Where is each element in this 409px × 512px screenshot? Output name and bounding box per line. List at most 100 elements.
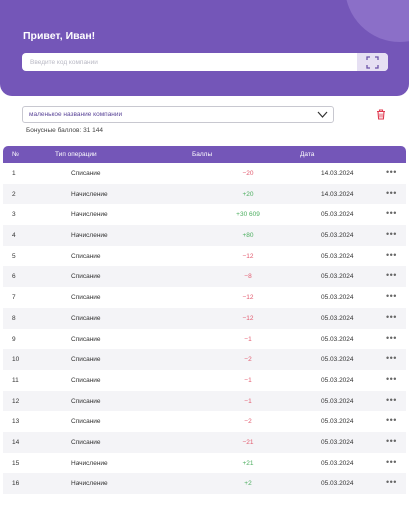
- column-operation-type: Тип операции: [55, 151, 97, 158]
- row-number: 15: [12, 459, 20, 467]
- table-row: 16 Начисление +2 05.03.2024 •••: [3, 473, 406, 494]
- row-operation-type: Списание: [71, 376, 101, 384]
- table-header: № Тип операции Баллы Дата: [3, 146, 406, 163]
- table-row: 14 Списание −21 05.03.2024 •••: [3, 431, 406, 453]
- row-number: 9: [12, 335, 16, 343]
- row-points: −12: [242, 252, 254, 260]
- table-row: 5 Списание −12 05.03.2024 •••: [3, 246, 406, 267]
- delete-icon[interactable]: [376, 109, 386, 120]
- row-date: 05.03.2024: [321, 459, 354, 467]
- row-points: −1: [244, 376, 252, 384]
- row-points: −2: [244, 356, 252, 364]
- table-row: 12 Списание −1 05.03.2024 •••: [3, 390, 406, 412]
- row-number: 2: [12, 190, 16, 198]
- more-options-icon[interactable]: •••: [386, 415, 397, 425]
- table-row: 13 Списание −2 05.03.2024 •••: [3, 411, 406, 432]
- company-code-input[interactable]: [22, 53, 358, 71]
- table-row: 7 Списание −12 05.03.2024 •••: [3, 287, 406, 308]
- row-date: 05.03.2024: [321, 418, 354, 426]
- table-row: 11 Списание −1 05.03.2024 •••: [3, 370, 406, 391]
- row-date: 05.03.2024: [321, 252, 354, 260]
- column-number: №: [12, 151, 19, 158]
- table-row: 9 Списание −1 05.03.2024 •••: [3, 329, 406, 350]
- table-row: 4 Начисление +80 05.03.2024 •••: [3, 225, 406, 246]
- company-select[interactable]: маленькое название компании: [22, 106, 334, 123]
- row-date: 05.03.2024: [321, 397, 354, 405]
- row-number: 14: [12, 438, 20, 446]
- row-points: −12: [242, 314, 254, 322]
- row-operation-type: Списание: [71, 314, 101, 322]
- row-operation-type: Списание: [71, 356, 101, 364]
- table-row: 10 Списание −2 05.03.2024 •••: [3, 349, 406, 370]
- more-options-icon[interactable]: •••: [386, 229, 397, 239]
- row-date: 14.03.2024: [321, 190, 354, 198]
- row-date: 05.03.2024: [321, 294, 354, 302]
- table-row: 15 Начисление +21 05.03.2024 •••: [3, 453, 406, 474]
- row-date: 05.03.2024: [321, 356, 354, 364]
- row-points: +20: [242, 190, 254, 198]
- more-options-icon[interactable]: •••: [386, 436, 397, 446]
- row-operation-type: Начисление: [71, 211, 108, 219]
- row-points: −1: [244, 397, 252, 405]
- row-points: +2: [244, 480, 252, 488]
- row-points: −2: [244, 418, 252, 426]
- more-options-icon[interactable]: •••: [386, 250, 397, 260]
- table-row: 8 Списание −12 05.03.2024 •••: [3, 307, 406, 329]
- table-row: 1 Списание −20 14.03.2024 •••: [3, 163, 406, 184]
- row-number: 7: [12, 294, 16, 302]
- more-options-icon[interactable]: •••: [386, 333, 397, 343]
- more-options-icon[interactable]: •••: [386, 167, 397, 177]
- table-row: 2 Начисление +20 14.03.2024 •••: [3, 183, 406, 205]
- table-body: 1 Списание −20 14.03.2024 ••• 2 Начисление +20 1…: [3, 163, 406, 494]
- row-operation-type: Списание: [71, 438, 101, 446]
- row-points: −8: [244, 273, 252, 281]
- row-points: +21: [242, 459, 254, 467]
- decorative-circle: [345, 0, 409, 42]
- table-row: 3 Начисление +30 609 05.03.2024 •••: [3, 204, 406, 225]
- row-date: 05.03.2024: [321, 211, 354, 219]
- more-options-icon[interactable]: •••: [386, 208, 397, 218]
- scan-icon: [366, 55, 379, 69]
- chevron-down-icon: [317, 111, 328, 118]
- row-operation-type: Списание: [71, 418, 101, 426]
- operations-table: № Тип операции Баллы Дата 1 Списание −20 14…: [3, 146, 406, 494]
- scan-button[interactable]: [357, 53, 388, 71]
- row-points: +80: [242, 232, 254, 240]
- row-points: −12: [242, 294, 254, 302]
- row-points: −20: [242, 170, 254, 177]
- row-number: 16: [12, 480, 20, 488]
- more-options-icon[interactable]: •••: [386, 477, 397, 487]
- more-options-icon[interactable]: •••: [386, 395, 397, 405]
- row-operation-type: Начисление: [71, 480, 108, 488]
- row-operation-type: Списание: [71, 335, 101, 343]
- row-date: 05.03.2024: [321, 314, 354, 322]
- more-options-icon[interactable]: •••: [386, 312, 397, 322]
- more-options-icon[interactable]: •••: [386, 270, 397, 280]
- row-date: 05.03.2024: [321, 273, 354, 281]
- row-operation-type: Начисление: [71, 190, 108, 198]
- row-date: 05.03.2024: [321, 232, 354, 240]
- more-options-icon[interactable]: •••: [386, 457, 397, 467]
- company-select-value: маленькое название компании: [29, 111, 123, 118]
- more-options-icon[interactable]: •••: [386, 188, 397, 198]
- row-operation-type: Списание: [71, 252, 101, 260]
- more-options-icon[interactable]: •••: [386, 374, 397, 384]
- row-date: 05.03.2024: [321, 438, 354, 446]
- row-date: 14.03.2024: [321, 170, 354, 177]
- row-number: 8: [12, 314, 16, 322]
- row-number: 11: [12, 376, 19, 384]
- row-number: 4: [12, 232, 16, 240]
- row-number: 10: [12, 356, 20, 364]
- more-options-icon[interactable]: •••: [386, 291, 397, 301]
- column-points: Баллы: [192, 151, 213, 158]
- row-operation-type: Начисление: [71, 459, 108, 467]
- row-number: 1: [12, 170, 16, 177]
- row-points: −1: [244, 335, 252, 343]
- row-date: 05.03.2024: [321, 335, 354, 343]
- bonus-balance: Бонусные баллов: 31 144: [26, 127, 103, 134]
- more-options-icon[interactable]: •••: [386, 353, 397, 363]
- header: Привет, Иван!: [0, 0, 409, 96]
- row-operation-type: Начисление: [71, 232, 108, 240]
- table-row: 6 Списание −8 05.03.2024 •••: [3, 266, 406, 288]
- greeting-title: Привет, Иван!: [23, 30, 96, 42]
